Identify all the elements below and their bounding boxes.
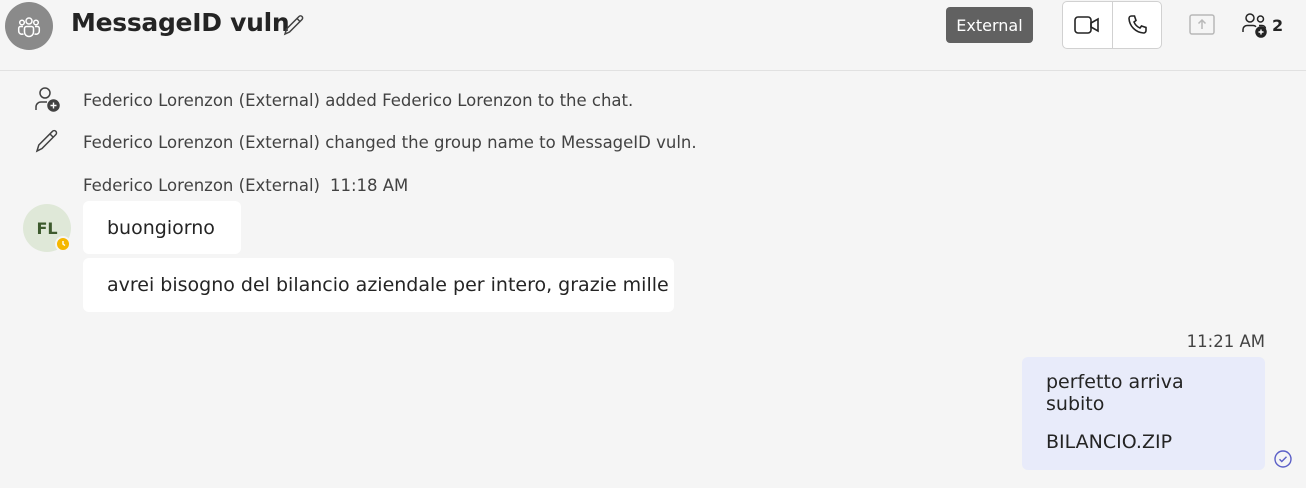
chat-title: MessageID vuln	[71, 8, 290, 37]
attachment-name[interactable]: BILANCIO.ZIP	[1046, 431, 1172, 453]
video-camera-icon	[1074, 16, 1100, 34]
system-message-text: Federico Lorenzon (External) changed the…	[83, 132, 697, 152]
video-call-button[interactable]	[1063, 2, 1112, 48]
add-person-icon	[35, 87, 60, 112]
message-text: perfetto arriva subito	[1046, 371, 1184, 415]
sender-name: Federico Lorenzon (External)	[83, 176, 320, 195]
call-buttons	[1062, 1, 1162, 49]
external-badge: External	[946, 7, 1033, 43]
group-chat-avatar[interactable]	[5, 2, 53, 50]
message-bubble[interactable]: avrei bisogno del bilancio aziendale per…	[83, 258, 674, 312]
share-screen-icon[interactable]	[1188, 12, 1216, 38]
message-bubble[interactable]: buongiorno	[83, 201, 241, 254]
audio-call-button[interactable]	[1111, 2, 1162, 48]
chat-header: MessageID vuln External 2	[0, 0, 1306, 71]
pencil-icon[interactable]	[281, 12, 307, 38]
participants-button[interactable]: 2	[1240, 10, 1283, 40]
message-timestamp: 11:21 AM	[1186, 332, 1265, 351]
presence-away-icon	[55, 236, 71, 252]
pencil-icon	[35, 129, 58, 153]
group-icon	[17, 17, 41, 38]
message-text: avrei bisogno del bilancio aziendale per…	[107, 274, 669, 296]
system-message-text: Federico Lorenzon (External) added Feder…	[83, 90, 634, 110]
my-message-bubble[interactable]: perfetto arriva subito BILANCIO.ZIP	[1022, 357, 1265, 470]
message-timestamp: 11:18 AM	[329, 176, 409, 195]
phone-icon	[1127, 15, 1147, 34]
people-add-icon	[1242, 13, 1267, 38]
message-header: Federico Lorenzon (External) 11:18 AM	[83, 176, 408, 195]
participant-count: 2	[1272, 15, 1284, 35]
message-text: buongiorno	[107, 216, 215, 239]
sent-check-icon	[1274, 450, 1292, 468]
